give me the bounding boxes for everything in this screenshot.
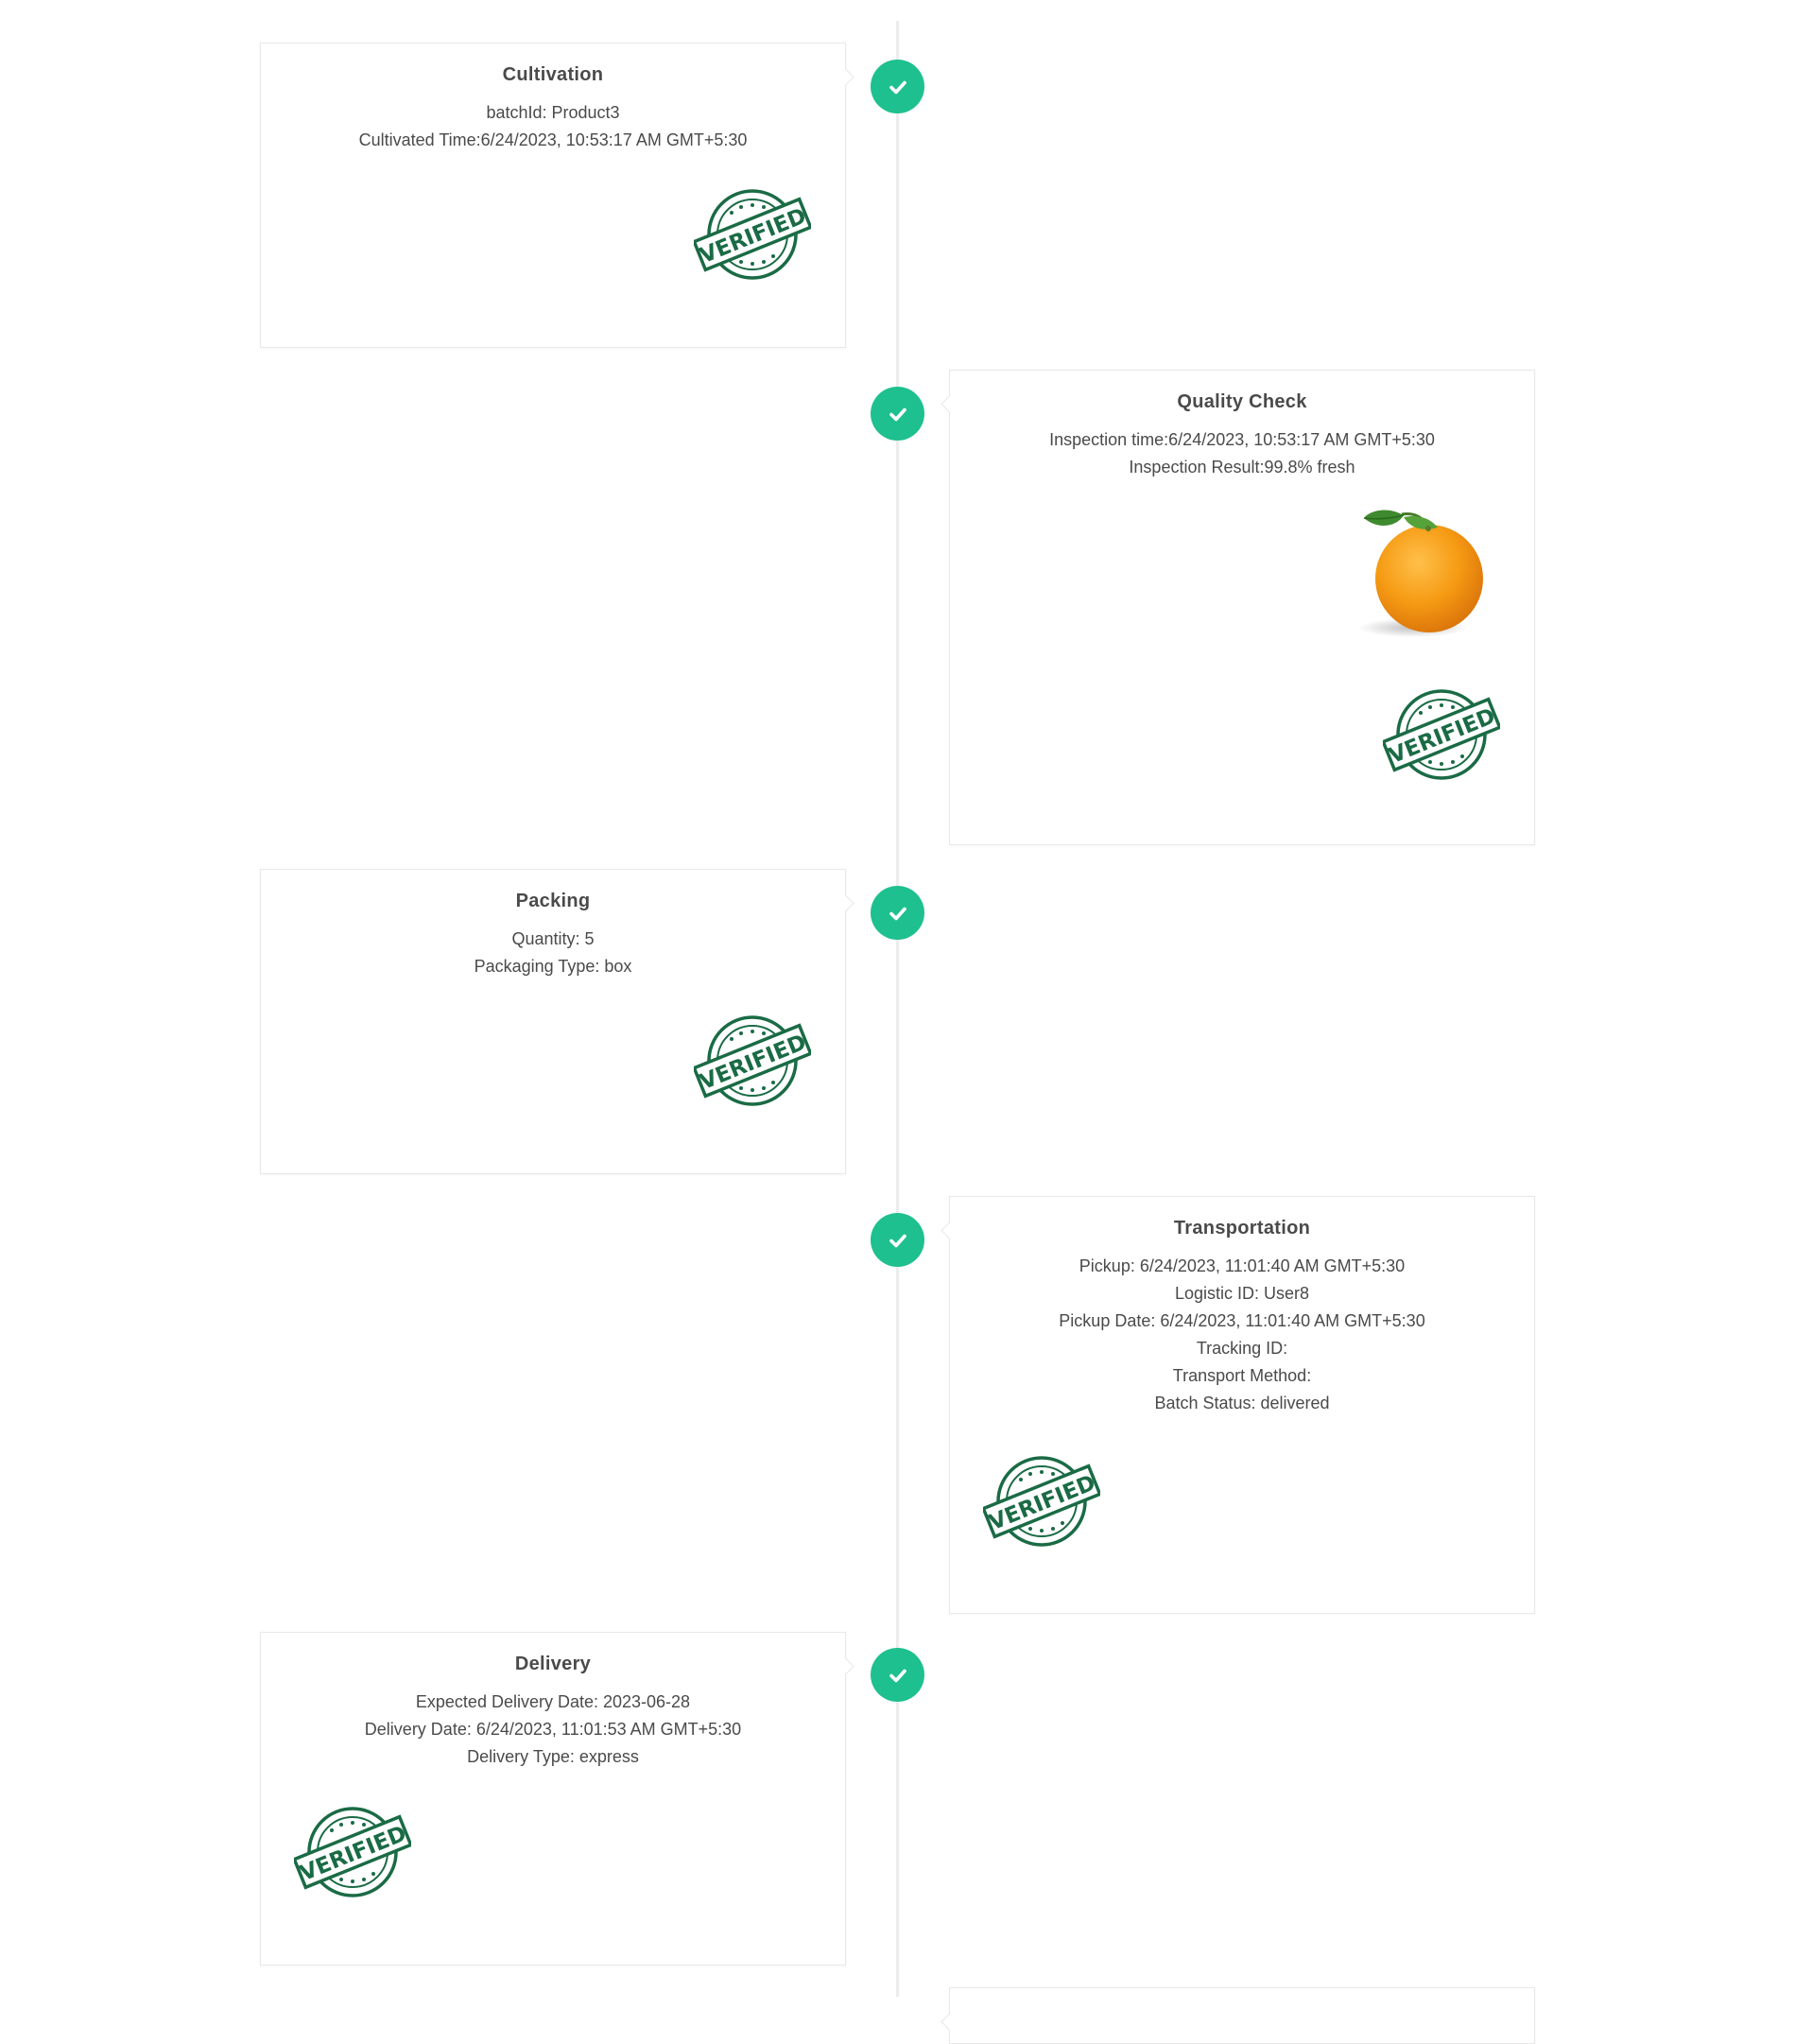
verified-stamp-icon [1383,685,1500,784]
verified-stamp-icon [983,1452,1100,1550]
timeline-marker-packing [871,886,924,940]
pickup-date-text: Pickup Date: 6/24/2023, 11:01:40 AM GMT+… [1059,1311,1425,1330]
timeline-marker-transportation [871,1213,924,1267]
check-icon [887,76,909,98]
inspection-time-text: Inspection time:6/24/2023, 10:53:17 AM G… [1049,430,1435,449]
stage-card-packing: Packing Quantity: 5 Packaging Type: box [260,869,846,1174]
delivery-type-text: Delivery Type: express [467,1747,639,1766]
timeline-marker-quality-check [871,387,924,441]
transport-method-text: Transport Method: [1172,1366,1312,1385]
check-icon [887,1664,909,1687]
check-icon [887,1229,909,1252]
timeline-marker-delivery [871,1648,924,1702]
verified-stamp-icon [694,1012,811,1110]
stage-card-quality-check: Quality Check Inspection time:6/24/2023,… [949,370,1535,845]
stage-card-next-partial [949,1987,1535,2044]
timeline-marker-cultivation [871,60,924,113]
pickup-text: Pickup: 6/24/2023, 11:01:40 AM GMT+5:30 [1079,1256,1406,1275]
stage-title: Packing [515,891,591,911]
quantity-text: Quantity: 5 [511,929,595,948]
logistic-id-text: Logistic ID: User8 [1174,1284,1310,1303]
check-icon [887,403,909,425]
expected-delivery-date-text: Expected Delivery Date: 2023-06-28 [415,1692,691,1711]
stage-title: Quality Check [1177,391,1307,412]
tracking-id-text: Tracking ID: [1196,1339,1288,1358]
inspection-result-text: Inspection Result:99.8% fresh [1129,458,1355,476]
orange-fruit-image [1358,510,1483,637]
stage-title: Cultivation [502,64,604,85]
delivery-date-text: Delivery Date: 6/24/2023, 11:01:53 AM GM… [364,1720,742,1739]
stage-title: Delivery [514,1654,592,1674]
check-icon [887,902,909,925]
stage-card-delivery: Delivery Expected Delivery Date: 2023-06… [260,1632,846,1966]
verified-stamp-icon [694,185,811,284]
batch-status-text: Batch Status: delivered [1154,1394,1330,1412]
stage-card-cultivation: Cultivation batchId: Product3 Cultivated… [260,43,846,348]
stage-title: Transportation [1173,1218,1311,1239]
verified-stamp-icon [294,1803,411,1901]
stage-card-transportation: Transportation Pickup: 6/24/2023, 11:01:… [949,1196,1535,1614]
cultivated-time-text: Cultivated Time:6/24/2023, 10:53:17 AM G… [358,130,748,149]
batch-id-text: batchId: Product3 [486,103,620,122]
packaging-type-text: Packaging Type: box [474,957,632,976]
